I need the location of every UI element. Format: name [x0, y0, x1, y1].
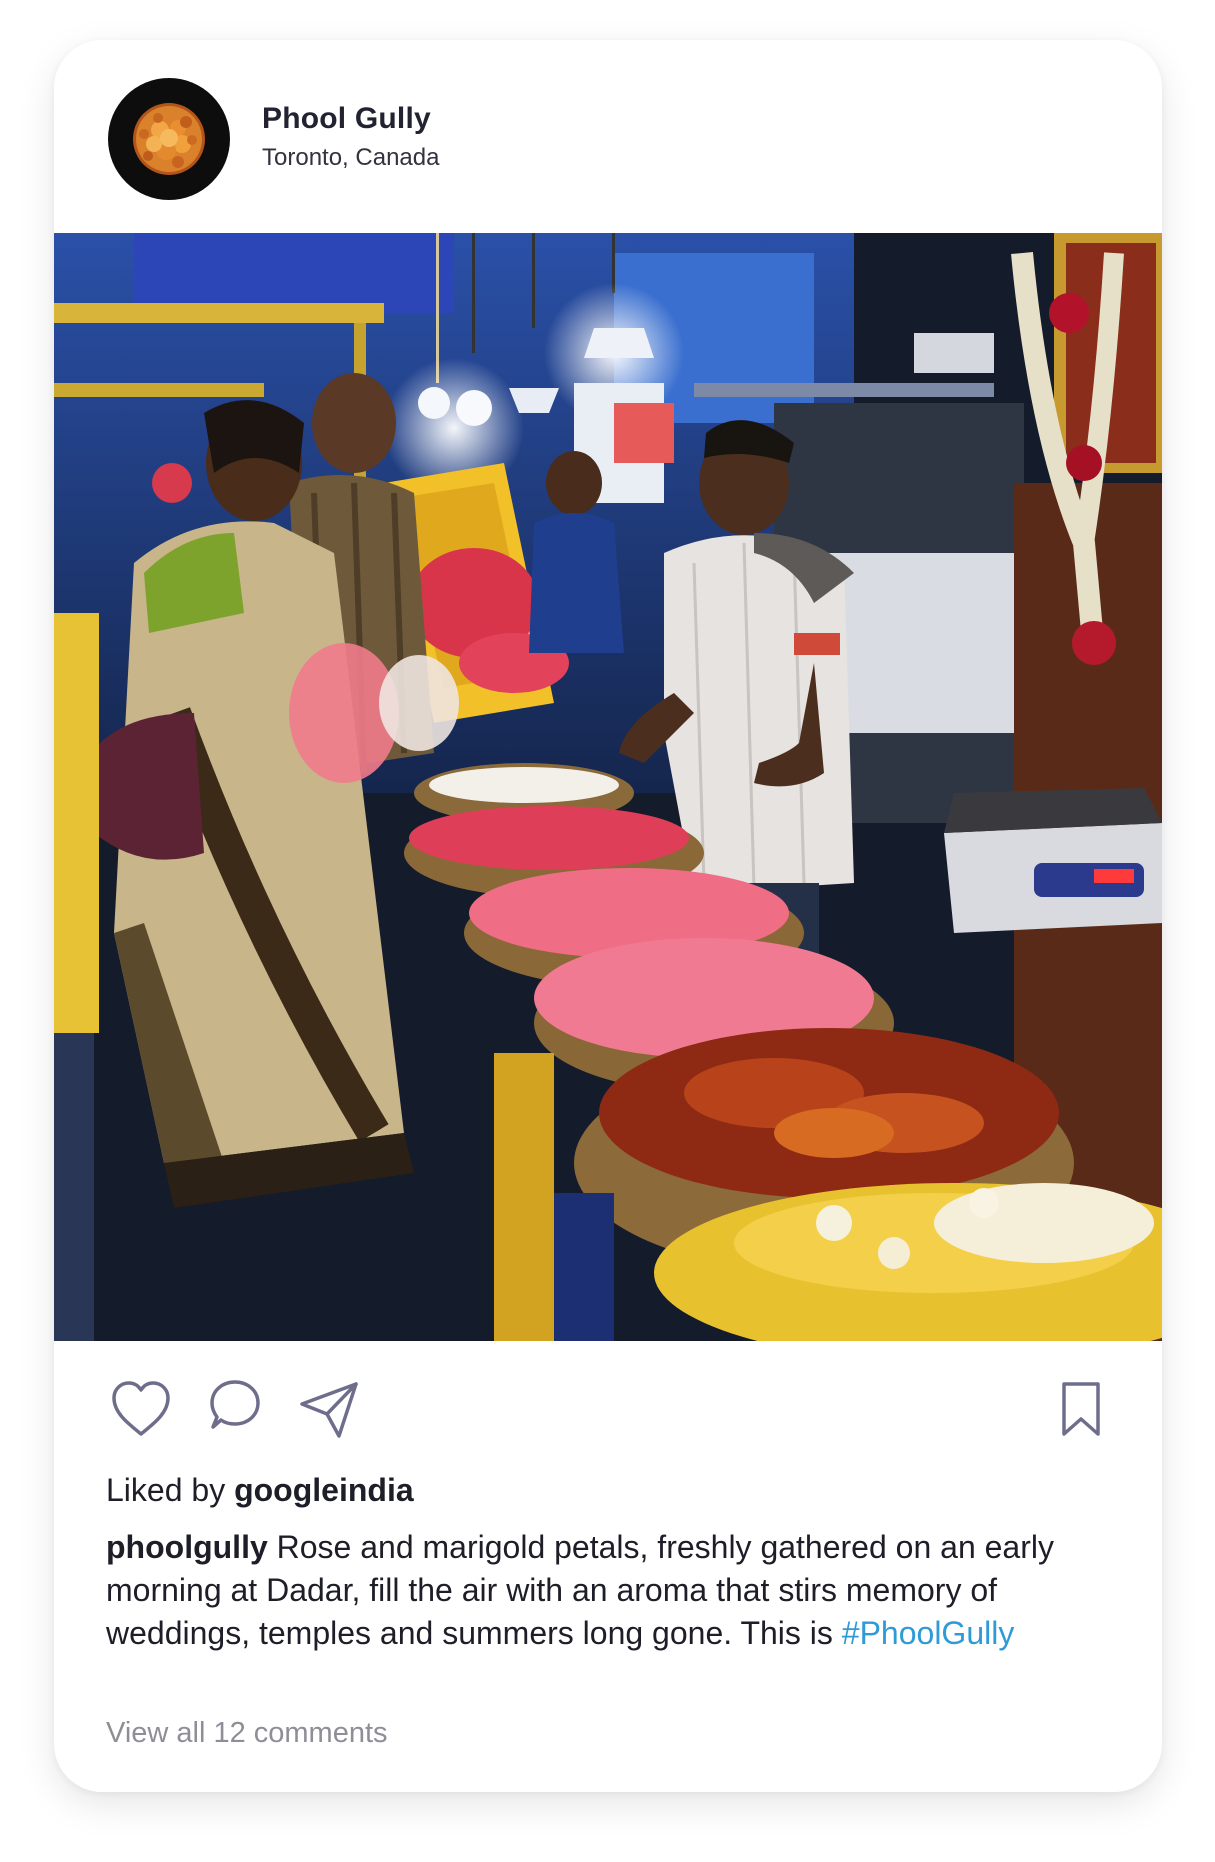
- likes-line: Liked by googleindia: [106, 1472, 414, 1509]
- avatar[interactable]: [108, 78, 230, 200]
- share-button[interactable]: [294, 1374, 364, 1444]
- caption-username-link[interactable]: phoolgully: [106, 1529, 268, 1565]
- view-comments-link[interactable]: View all 12 comments: [106, 1717, 388, 1750]
- share-icon: [300, 1382, 358, 1438]
- hashtag-link[interactable]: #PhoolGully: [842, 1615, 1015, 1651]
- heart-icon: [112, 1381, 170, 1436]
- marigold-avatar-image: [133, 103, 205, 175]
- bookmark-button[interactable]: [1046, 1374, 1116, 1444]
- liked-prefix: Liked by: [106, 1472, 226, 1508]
- post-header: Phool Gully Toronto, Canada: [54, 40, 1162, 232]
- account-name[interactable]: Phool Gully: [262, 102, 431, 136]
- bookmark-icon: [1062, 1382, 1100, 1436]
- post-caption: phoolgully Rose and marigold petals, fre…: [106, 1526, 1066, 1655]
- liked-by-user-link[interactable]: googleindia: [234, 1472, 414, 1508]
- comment-icon: [210, 1380, 260, 1429]
- post-card: Phool Gully Toronto, Canada Liked by goo…: [54, 40, 1162, 1792]
- like-button[interactable]: [106, 1374, 176, 1444]
- post-actions: [54, 1360, 1162, 1460]
- flower-market-photo: [54, 233, 1162, 1341]
- comment-button[interactable]: [200, 1374, 270, 1444]
- post-photo[interactable]: [54, 233, 1162, 1341]
- account-location[interactable]: Toronto, Canada: [262, 144, 439, 172]
